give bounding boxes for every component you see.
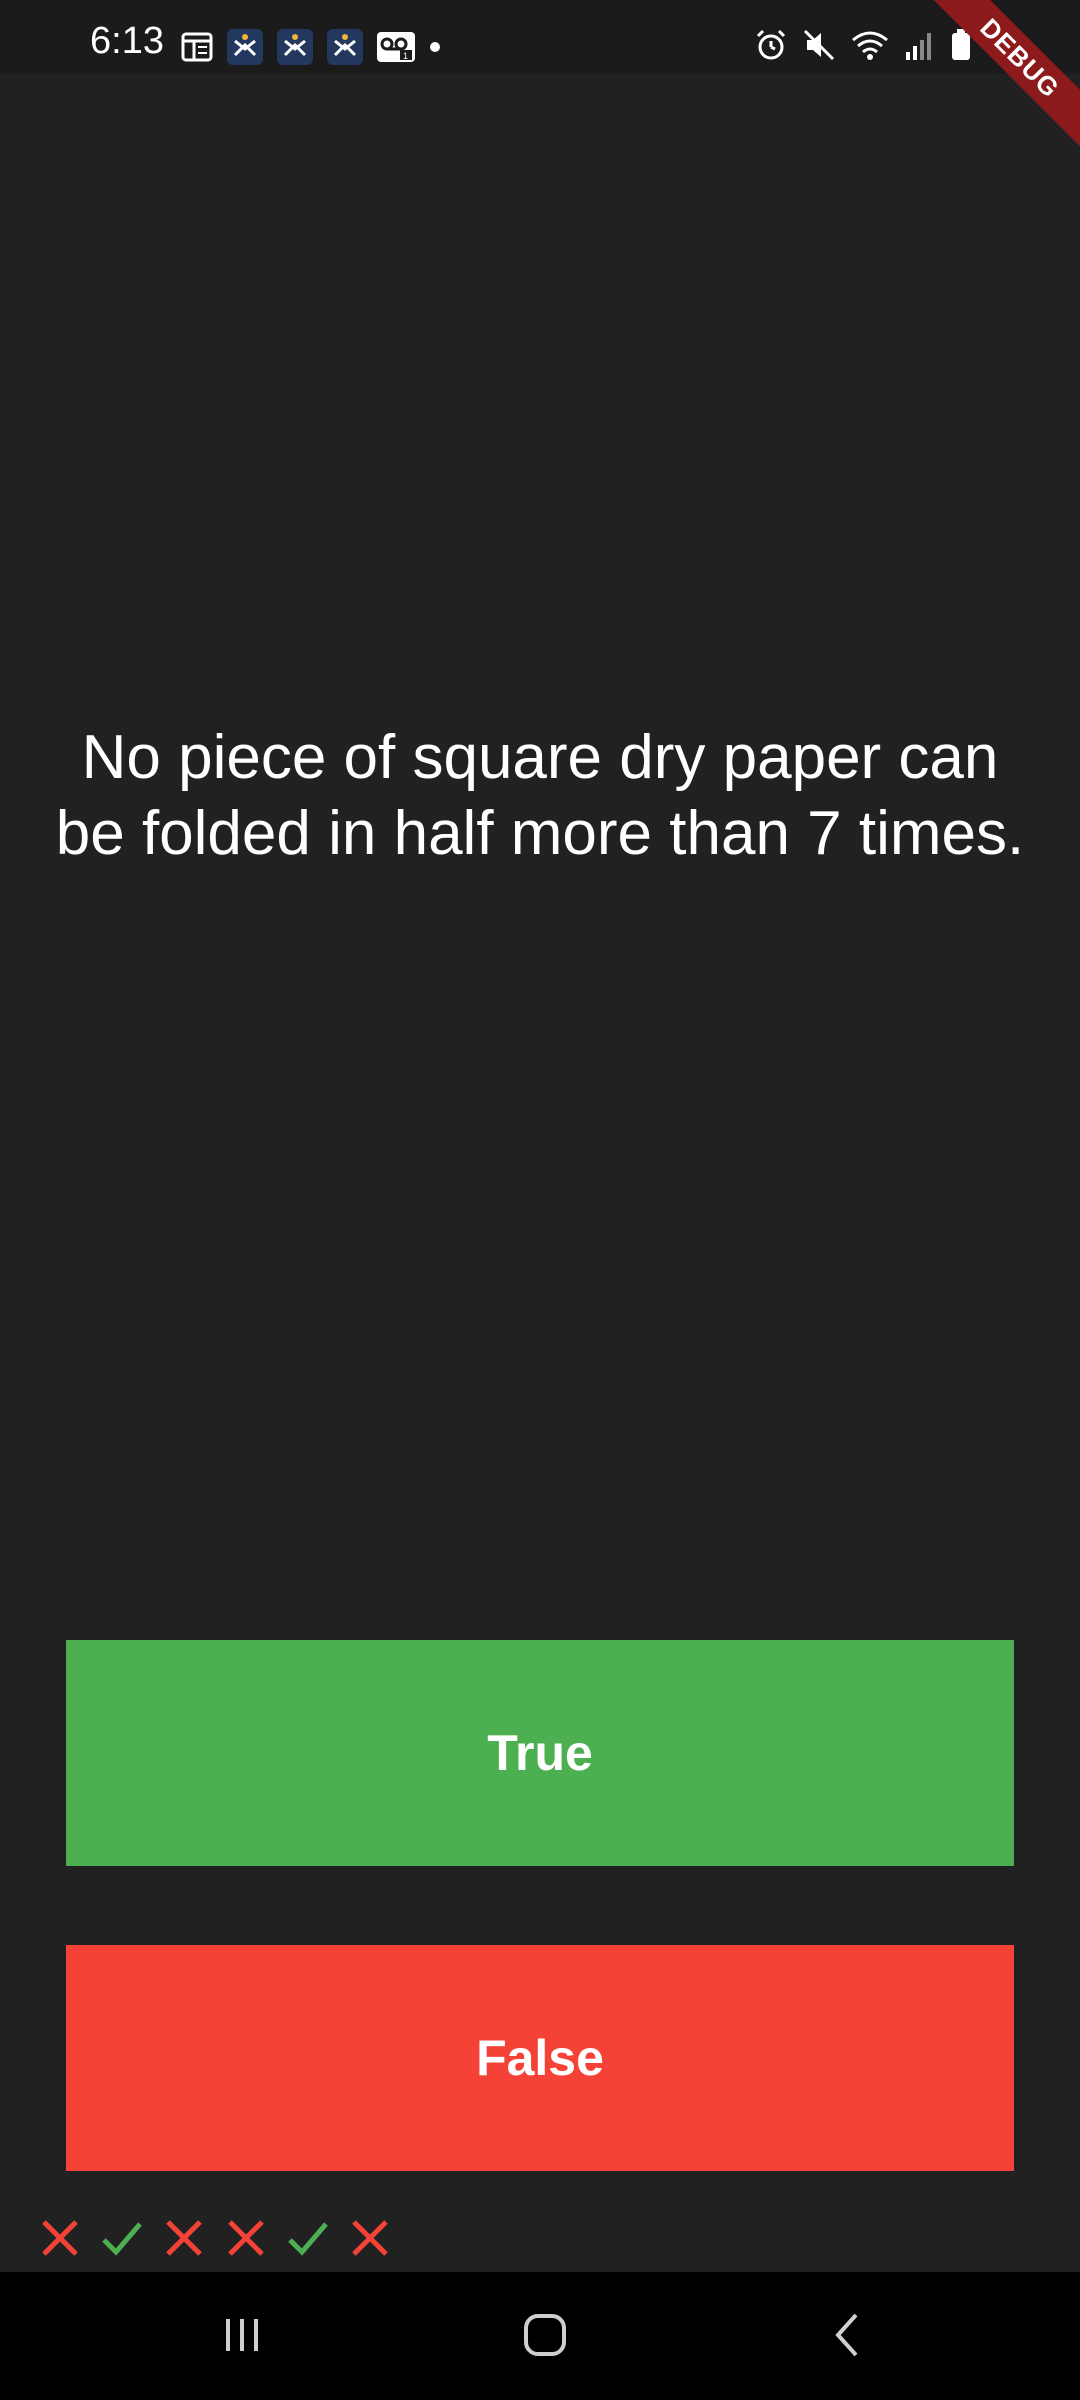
app-screen: 6:13 1 DEBUG No piece of square dry pape… bbox=[0, 0, 1080, 2400]
debug-banner: DEBUG bbox=[913, 0, 1080, 165]
check-icon bbox=[284, 2214, 332, 2262]
close-icon bbox=[222, 2214, 270, 2262]
close-icon bbox=[160, 2214, 208, 2262]
home-icon bbox=[521, 2311, 569, 2364]
status-time: 6:13 bbox=[90, 20, 164, 62]
notification-icons: 1 bbox=[180, 28, 442, 66]
voicemail-icon: 1 bbox=[376, 30, 416, 64]
status-bar: 6:13 1 DEBUG bbox=[0, 0, 1080, 165]
score-keeper bbox=[36, 2214, 394, 2262]
navigation-bar bbox=[0, 2272, 1080, 2400]
close-icon bbox=[36, 2214, 84, 2262]
app-icon bbox=[276, 28, 314, 66]
signal-icon bbox=[904, 28, 936, 62]
app-icon bbox=[226, 28, 264, 66]
dot-icon bbox=[428, 40, 442, 54]
recents-icon bbox=[220, 2313, 264, 2362]
wifi-icon bbox=[850, 28, 890, 62]
system-icons bbox=[754, 28, 972, 62]
news-icon bbox=[180, 30, 214, 64]
recents-button[interactable] bbox=[202, 2302, 282, 2372]
mute-icon bbox=[802, 28, 836, 62]
back-button[interactable] bbox=[808, 2302, 888, 2372]
false-button[interactable]: False bbox=[66, 1945, 1014, 2171]
true-button[interactable]: True bbox=[66, 1640, 1014, 1866]
app-icon bbox=[326, 28, 364, 66]
svg-text:1: 1 bbox=[403, 51, 408, 61]
close-icon bbox=[346, 2214, 394, 2262]
home-button[interactable] bbox=[505, 2302, 585, 2372]
check-icon bbox=[98, 2214, 146, 2262]
question-text: No piece of square dry paper can be fold… bbox=[55, 723, 1025, 868]
back-icon bbox=[828, 2311, 868, 2364]
alarm-icon bbox=[754, 28, 788, 62]
